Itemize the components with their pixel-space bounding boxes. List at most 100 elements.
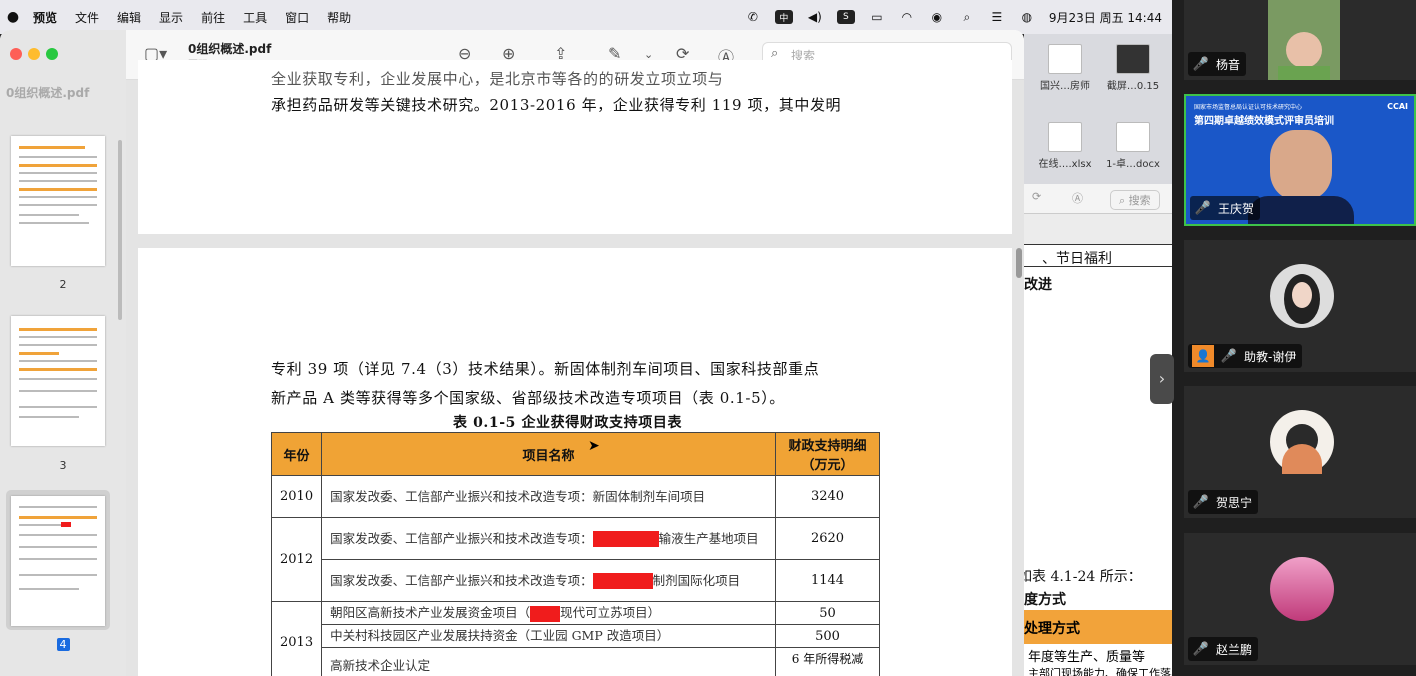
menu-window[interactable]: 窗口 xyxy=(285,9,309,26)
slide-title: 第四期卓越绩效模式评审员培训 xyxy=(1194,116,1334,127)
page-number-label: 4 xyxy=(56,638,70,651)
participant-name-tag: 🎤 杨音 xyxy=(1188,52,1247,76)
screenshot-icon xyxy=(1116,44,1150,74)
clock[interactable]: 9月23日 周五 14:44 xyxy=(1049,9,1162,26)
year-cell: 2013 xyxy=(270,601,323,676)
project-cell: 国家发改委、工信部产业振兴和技术改造专项： 制剂国际化项目 xyxy=(321,559,776,602)
column-header: 年份 xyxy=(270,432,323,476)
amount-cell: 1144 xyxy=(775,559,880,602)
pdf-page-4: 专利 39 项（详见 7.4（3）技术结果）。新固体制剂车间项目、国家科技部重点… xyxy=(138,248,1012,676)
mouse-cursor-icon: ➤ xyxy=(588,438,600,454)
participant-name: 贺思宁 xyxy=(1216,495,1253,510)
file-icon xyxy=(1048,44,1082,74)
file-label: 国兴…房师 xyxy=(1040,81,1090,92)
wechat-icon[interactable]: ✆ xyxy=(745,10,761,24)
page-text-line: 新产品 A 类等获得等多个国家级、省部级技术改造专项项目（表 0.1-5）。 xyxy=(271,389,785,407)
amount-cell: 50 xyxy=(775,601,880,625)
year-cell: 2010 xyxy=(270,475,323,518)
page-number-selected: 4 xyxy=(0,638,126,651)
close-window-button[interactable] xyxy=(10,48,22,60)
battery-icon[interactable]: ▭ xyxy=(869,10,885,24)
zoom-window-button[interactable] xyxy=(46,48,58,60)
file-label: 在线….xlsx xyxy=(1038,159,1092,170)
column-header: 财政支持明细（万元） xyxy=(775,432,880,476)
menu-view[interactable]: 显示 xyxy=(159,9,183,26)
participant-name: 杨音 xyxy=(1216,57,1241,72)
microphone-active-icon[interactable]: 🎤 xyxy=(1194,199,1212,217)
preview-window: 0组织概述.pdf 2 3 4 ▢▾ 0组织概述.pdf ⊖ ⊕ ⇪ ✎ ⌄ ⟳… xyxy=(0,30,1024,676)
avatar xyxy=(1270,557,1334,621)
participant-tile[interactable]: 🎤 赵兰鹏 xyxy=(1184,533,1416,665)
microphone-muted-icon[interactable]: 🎤 xyxy=(1192,493,1210,511)
document-scrollbar[interactable] xyxy=(1016,248,1022,278)
desktop-file[interactable]: 1-卓…docx xyxy=(1104,122,1162,170)
background-search-placeholder: 搜索 xyxy=(1128,194,1151,207)
participant-tile[interactable]: 🎤 贺思宁 xyxy=(1184,386,1416,518)
volume-icon[interactable]: ◀) xyxy=(807,10,823,24)
spotlight-search-icon[interactable]: ⌕ xyxy=(959,10,975,24)
apple-menu-icon[interactable]: ● xyxy=(2,9,24,25)
microphone-muted-icon[interactable]: 🎤 xyxy=(1220,347,1238,365)
participant-tile[interactable]: 🎤 杨音 xyxy=(1184,0,1416,80)
menu-go[interactable]: 前往 xyxy=(201,9,225,26)
participant-name: 助教-谢伊 xyxy=(1244,349,1297,364)
project-name-suffix: 输液生产基地项目 xyxy=(658,530,759,546)
avatar xyxy=(1270,264,1334,328)
project-cell: 朝阳区高新技术产业发展资金项目（ 现代可立苏项目） xyxy=(321,601,776,625)
bg-text-line: 、节日福利 xyxy=(1042,251,1112,267)
page-thumbnail-2[interactable] xyxy=(11,136,105,266)
minimize-window-button[interactable] xyxy=(28,48,40,60)
participant-name-tag: 👤 🎤 助教-谢伊 xyxy=(1188,344,1303,368)
participant-name-tag: 🎤 贺思宁 xyxy=(1188,490,1259,514)
background-search[interactable]: ⌕ 搜索 xyxy=(1110,190,1160,210)
bg-text-line: 主部门现场能力、确保工作落实 xyxy=(1028,667,1172,676)
menu-file[interactable]: 文件 xyxy=(75,9,99,26)
control-center-icon[interactable]: ☰ xyxy=(989,10,1005,24)
redaction-mark xyxy=(592,531,659,547)
page-thumbnail-4[interactable] xyxy=(11,496,105,626)
bg-text-line: 度方式 xyxy=(1024,592,1066,608)
app-menu[interactable]: 预览 xyxy=(33,9,57,26)
participant-tile[interactable]: 👤 🎤 助教-谢伊 xyxy=(1184,240,1416,372)
wifi-icon[interactable]: ◠ xyxy=(899,10,915,24)
rotate-icon[interactable]: ⟳ xyxy=(1032,190,1041,203)
bg-table-header-text: 处理方式 xyxy=(1024,621,1080,637)
table-row: 2013 朝阳区高新技术产业发展资金项目（ 现代可立苏项目） 50 xyxy=(270,601,880,676)
user-icon[interactable]: ◉ xyxy=(929,10,945,24)
participant-tile-active[interactable]: 国家市场监督总局认证认可技术研究中心 第四期卓越绩效模式评审员培训 CCAI 🎤… xyxy=(1184,94,1416,226)
project-name: 朝阳区高新技术产业发展资金项目（ xyxy=(330,605,531,620)
siri-icon[interactable]: ◍ xyxy=(1019,10,1035,24)
participant-name-tag: 🎤 赵兰鹏 xyxy=(1188,637,1259,661)
document-view[interactable]: 全业获取专利，企业发展中心，是北京市等各的的研发立项立项与 承担药品研发等关键技… xyxy=(126,60,1024,676)
microphone-muted-icon[interactable]: 🎤 xyxy=(1192,640,1210,658)
page-thumbnail-3[interactable] xyxy=(11,316,105,446)
input-method-icon[interactable]: 中 xyxy=(774,10,793,24)
document-title: 0组织概述.pdf xyxy=(188,42,272,56)
participant-name: 赵兰鹏 xyxy=(1216,642,1253,657)
desktop-file[interactable]: 在线….xlsx xyxy=(1036,122,1094,170)
project-name-suffix: 现代可立苏项目） xyxy=(560,605,661,620)
collapse-panel-button[interactable]: › xyxy=(1150,354,1174,404)
project-name-suffix: 制剂国际化项目 xyxy=(652,572,741,588)
project-name: 国家发改委、工信部产业振兴和技术改造专项： xyxy=(330,572,593,588)
desktop-file[interactable]: 国兴…房师 xyxy=(1036,44,1094,92)
desktop-file[interactable]: 截屏…0.15 xyxy=(1104,44,1162,92)
markup-icon[interactable]: Ⓐ xyxy=(1072,190,1083,206)
table-row: 国家发改委、工信部产业振兴和技术改造专项： 制剂国际化项目 1144 xyxy=(272,559,880,602)
menu-help[interactable]: 帮助 xyxy=(327,9,351,26)
page-text-line: 专利 39 项（详见 7.4（3）技术结果）。新固体制剂车间项目、国家科技部重点 xyxy=(271,360,820,378)
menu-edit[interactable]: 编辑 xyxy=(117,9,141,26)
project-name: 国家发改委、工信部产业振兴和技术改造专项：新固体制剂车间项目 xyxy=(330,488,706,504)
bg-text-line: 改进 xyxy=(1024,277,1052,293)
sidebar-scrollbar[interactable] xyxy=(118,140,122,320)
page-text-line: 全业获取专利，企业发展中心，是北京市等各的的研发立项立项与 xyxy=(271,70,724,88)
microphone-icon[interactable]: 🎤 xyxy=(1192,55,1210,73)
redaction-mark xyxy=(530,605,561,622)
slide-logo: CCAI xyxy=(1387,102,1408,111)
menu-tools[interactable]: 工具 xyxy=(243,9,267,26)
app-s-icon[interactable]: S xyxy=(836,10,855,24)
page-number-label: 3 xyxy=(59,459,67,472)
amount-cell: 500 xyxy=(775,624,880,648)
page-text-line: 承担药品研发等关键技术研究。2013-2016 年，企业获得专利 119 项，其… xyxy=(271,96,842,114)
background-window: 国兴…房师 截屏…0.15 在线….xlsx 1-卓…docx ⟳ Ⓐ ⌕ 搜索… xyxy=(1018,34,1172,676)
